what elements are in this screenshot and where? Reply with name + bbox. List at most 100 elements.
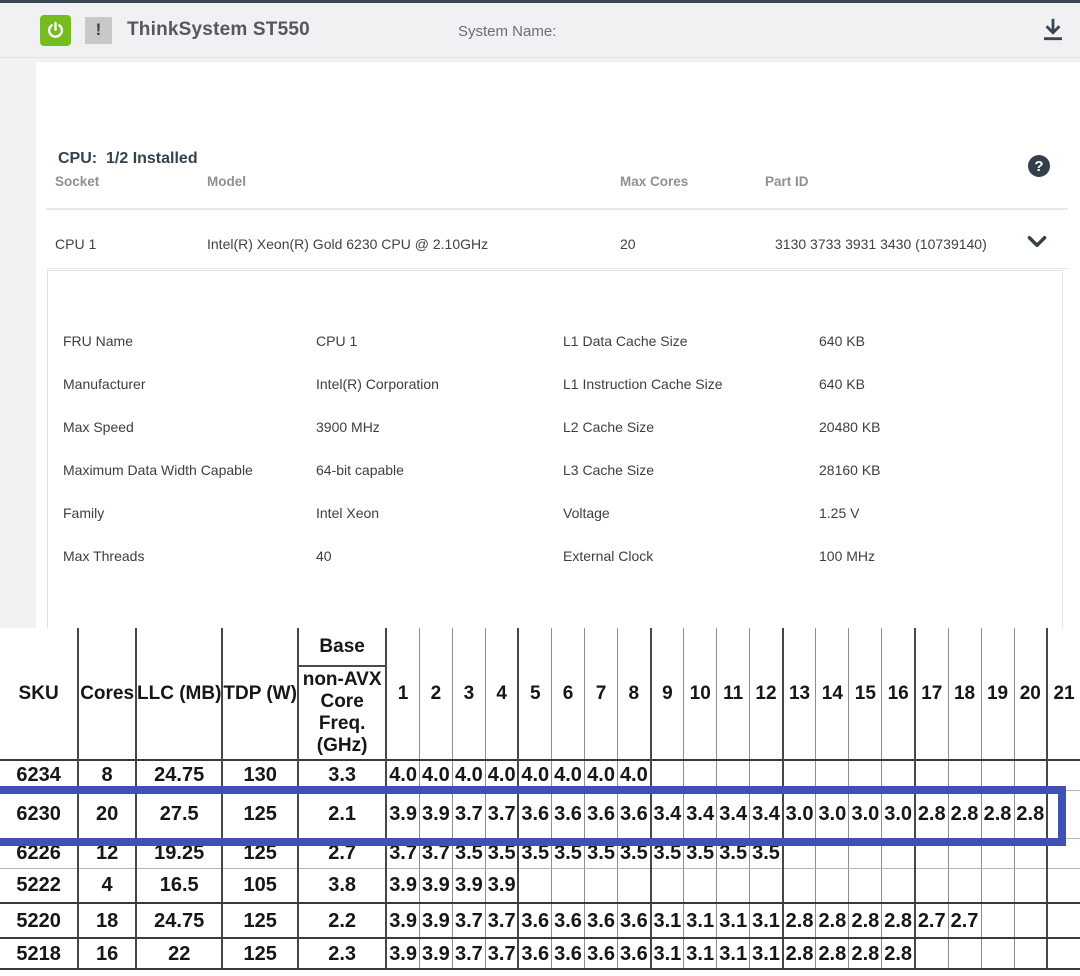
sku-turbo-table-region: SKUCoresLLC (MB)TDP (W)Basenon-AVX Core …: [0, 628, 1080, 976]
active-cores-header: 7: [585, 628, 618, 760]
turbo-cell: 2.8: [882, 938, 915, 969]
active-cores-header: 8: [618, 628, 651, 760]
detail-value: 640 KB: [819, 333, 1056, 349]
power-icon: [46, 21, 65, 40]
column-header-max-cores: Max Cores: [620, 174, 688, 189]
turbo-cell: 3.4: [651, 790, 684, 838]
turbo-cell: [618, 868, 651, 903]
turbo-cell: [849, 838, 882, 868]
active-cores-header: 4: [485, 628, 518, 760]
active-cores-header: 13: [783, 628, 816, 760]
detail-label: Family: [63, 505, 316, 521]
turbo-cell: [1014, 868, 1047, 903]
sku-tdp-cell: 125: [222, 938, 298, 969]
sku-sku-cell: 6226: [0, 838, 78, 868]
turbo-cell: 2.8: [816, 903, 849, 938]
turbo-cell: 3.1: [717, 903, 750, 938]
sku-row-5220: 52201824.751252.23.93.93.73.73.63.63.63.…: [0, 903, 1080, 938]
turbo-cell: 3.9: [386, 938, 419, 969]
cpu1-model: Intel(R) Xeon(R) Gold 6230 CPU @ 2.10GHz: [207, 236, 488, 252]
detail-label: Voltage: [563, 505, 819, 521]
turbo-cell: 4.0: [386, 760, 419, 790]
turbo-cell: [816, 868, 849, 903]
turbo-cell: 3.9: [485, 868, 518, 903]
turbo-cell: 3.1: [684, 938, 717, 969]
active-cores-header: 16: [882, 628, 915, 760]
detail-value: 28160 KB: [819, 462, 1056, 478]
turbo-cell: [915, 868, 948, 903]
sku-llc-cell: 27.5: [136, 790, 222, 838]
sku-tdp-cell: 125: [222, 790, 298, 838]
turbo-cell: [849, 868, 882, 903]
turbo-cell: [717, 760, 750, 790]
detail-value: Intel(R) Corporation: [316, 376, 563, 392]
cpu1-row[interactable]: CPU 1 Intel(R) Xeon(R) Gold 6230 CPU @ 2…: [36, 208, 1080, 268]
detail-value: 40: [316, 548, 563, 564]
alert-badge[interactable]: !: [85, 17, 112, 44]
active-cores-header: 12: [750, 628, 783, 760]
sku-row-6226: 62261219.251252.73.73.73.53.53.53.53.53.…: [0, 838, 1080, 868]
active-cores-header: 20: [1014, 628, 1047, 760]
turbo-cell: 2.8: [1014, 790, 1047, 838]
turbo-cell: [783, 760, 816, 790]
turbo-cell: 3.6: [618, 790, 651, 838]
turbo-cell: 3.1: [651, 938, 684, 969]
power-status-button[interactable]: [40, 15, 71, 46]
turbo-cell: 3.6: [518, 790, 551, 838]
active-cores-header: 14: [816, 628, 849, 760]
turbo-cell: 3.6: [552, 903, 585, 938]
turbo-cell: 3.9: [386, 790, 419, 838]
turbo-cell: [750, 760, 783, 790]
detail-value: CPU 1: [316, 333, 563, 349]
turbo-cell: 4.0: [452, 760, 485, 790]
turbo-cell: 4.0: [419, 760, 452, 790]
turbo-cell: [1014, 903, 1047, 938]
turbo-cell: [1047, 838, 1080, 868]
turbo-cell: 3.4: [684, 790, 717, 838]
sku-row-6230: 62302027.51252.13.93.93.73.73.63.63.63.6…: [0, 790, 1080, 838]
panel-title: CPU: 1/2 Installed: [58, 150, 198, 168]
active-cores-header: 5: [518, 628, 551, 760]
sku-base-cell: 2.7: [298, 838, 386, 868]
turbo-cell: 2.8: [849, 903, 882, 938]
turbo-cell: [981, 760, 1014, 790]
active-cores-header: 2: [419, 628, 452, 760]
sku-cores-cell: 8: [78, 760, 136, 790]
detail-label: L1 Data Cache Size: [563, 333, 819, 349]
detail-value: 64-bit capable: [316, 462, 563, 478]
turbo-cell: [948, 868, 981, 903]
sku-cores-cell: 4: [78, 868, 136, 903]
turbo-cell: 3.5: [585, 838, 618, 868]
cpu1-part-id: 3130 3733 3931 3430 (10739140): [775, 236, 987, 252]
active-cores-header: 10: [684, 628, 717, 760]
turbo-cell: 3.1: [750, 938, 783, 969]
sku-llc-cell: 24.75: [136, 760, 222, 790]
cpu1-max-cores: 20: [620, 236, 636, 252]
turbo-cell: 3.4: [717, 790, 750, 838]
sku-llc-cell: 19.25: [136, 838, 222, 868]
active-cores-header: 19: [981, 628, 1014, 760]
active-cores-header: 17: [915, 628, 948, 760]
turbo-cell: 3.6: [518, 903, 551, 938]
turbo-cell: [981, 868, 1014, 903]
turbo-cell: 3.9: [452, 868, 485, 903]
download-icon: [1040, 17, 1066, 43]
column-header-model: Model: [207, 174, 246, 189]
turbo-cell: 3.9: [386, 868, 419, 903]
turbo-cell: [1014, 838, 1047, 868]
turbo-cell: [1047, 790, 1080, 838]
active-cores-header: 18: [948, 628, 981, 760]
sku-base-cell: 2.1: [298, 790, 386, 838]
chevron-down-icon[interactable]: [1024, 228, 1050, 254]
detail-label: L2 Cache Size: [563, 419, 819, 435]
sku-sku-cell: 6230: [0, 790, 78, 838]
active-cores-header: 21: [1047, 628, 1080, 760]
turbo-cell: 3.9: [386, 903, 419, 938]
sku-sku-cell: 5222: [0, 868, 78, 903]
sku-row-5218: 521816221252.33.93.93.73.73.63.63.63.63.…: [0, 938, 1080, 969]
sku-cores-cell: 16: [78, 938, 136, 969]
detail-label: External Clock: [563, 548, 819, 564]
download-button[interactable]: [1040, 17, 1066, 43]
sku-tdp-cell: 125: [222, 903, 298, 938]
detail-label: L1 Instruction Cache Size: [563, 376, 819, 392]
